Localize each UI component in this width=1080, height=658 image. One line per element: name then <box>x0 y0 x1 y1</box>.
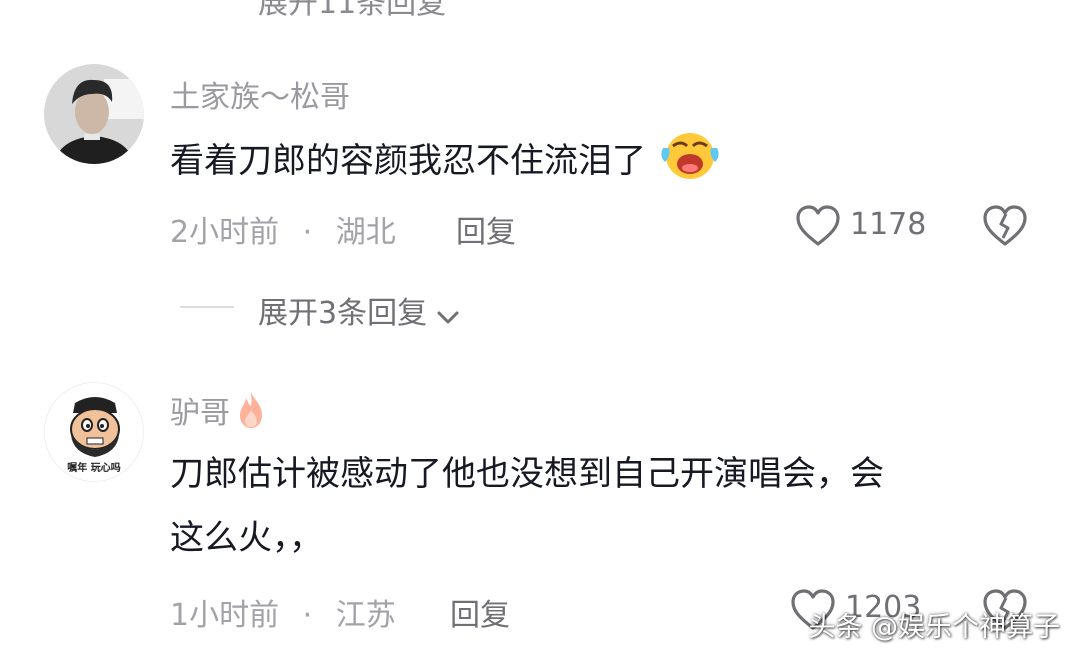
divider-line <box>180 306 234 308</box>
comment-text: 刀郎估计被感动了他也没想到自己开演唱会，会 这么火，， <box>170 442 884 570</box>
comment-username-text: 驴哥 <box>170 396 230 431</box>
comment-time: 1小时前 <box>170 598 280 633</box>
comment-meta: 2小时前 · 湖北 <box>170 207 396 251</box>
meta-separator: · <box>302 215 313 250</box>
avatar[interactable] <box>44 64 144 164</box>
comment-time: 2小时前 <box>170 215 280 250</box>
crying-face-icon <box>657 126 723 182</box>
comment-text-line: 这么火，， <box>170 518 323 558</box>
comment-username[interactable]: 驴哥 <box>170 388 268 432</box>
watermark: 头条 @娱乐个神算子 <box>808 612 1060 643</box>
comment-username[interactable]: 土家族～松哥 <box>170 72 350 116</box>
comment-meta: 1小时前 · 江苏 <box>170 590 396 634</box>
comment-location: 江苏 <box>335 598 396 633</box>
comment-text-body: 看着刀郎的容颜我忍不住流泪了 <box>170 141 646 181</box>
expand-replies-partial[interactable]: 展开11条回复 <box>258 0 446 22</box>
reply-button[interactable]: 回复 <box>450 590 510 634</box>
comment-text: 看着刀郎的容颜我忍不住流泪了 <box>170 126 723 193</box>
like-count: 1178 <box>850 207 927 242</box>
reply-button[interactable]: 回复 <box>456 207 516 251</box>
comment-location: 湖北 <box>335 215 396 250</box>
avatar[interactable]: 嘱年 玩心吗 <box>44 382 144 482</box>
avatar-caption: 嘱年 玩心吗 <box>67 463 121 474</box>
like-icon[interactable] <box>795 204 841 248</box>
expand-replies-button[interactable]: 展开3条回复 <box>258 288 461 332</box>
expand-replies-label: 展开3条回复 <box>258 296 428 331</box>
comment-text-line: 刀郎估计被感动了他也没想到自己开演唱会，会 <box>170 454 884 494</box>
fire-icon <box>234 390 268 430</box>
meta-separator: · <box>302 598 313 633</box>
chevron-down-icon <box>435 300 461 324</box>
dislike-icon[interactable] <box>982 204 1028 248</box>
